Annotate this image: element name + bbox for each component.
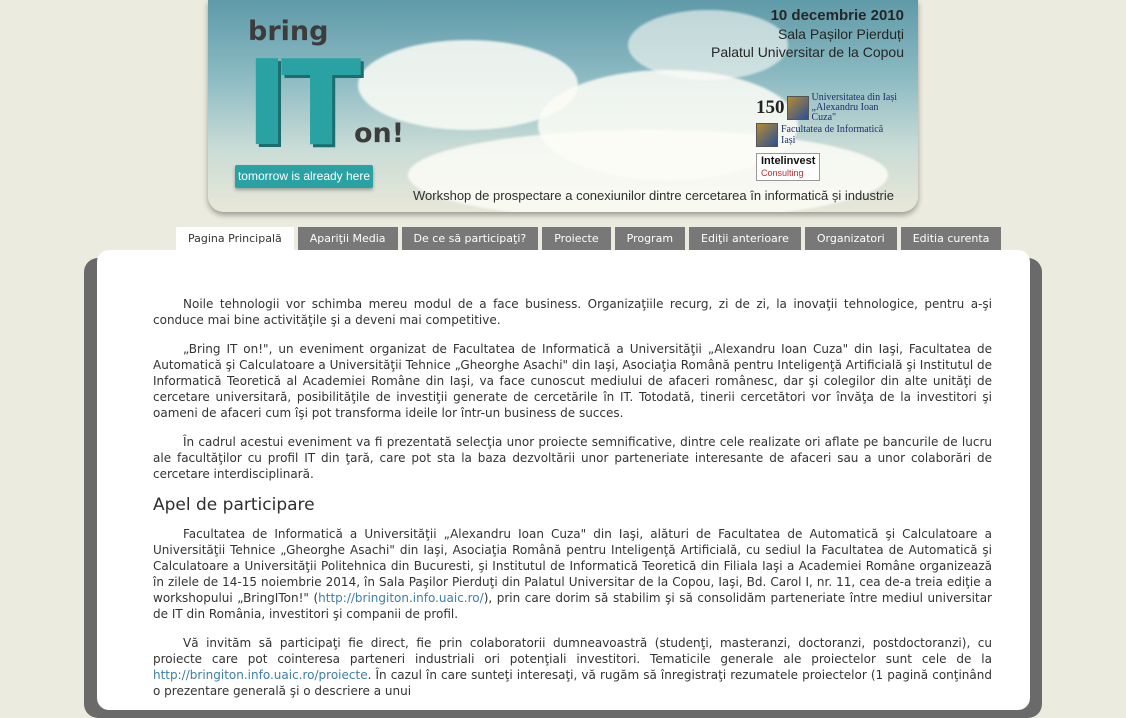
call-paragraph: Facultatea de Informatică a Universităţi… [153,526,992,622]
invite-paragraph: Vă invităm să participaţi fie direct, fi… [153,635,992,699]
tab-aparitii-media[interactable]: Apariţii Media [297,227,398,250]
header-banner: bring IT on! tomorrow is already here 10… [208,0,918,212]
tab-editii-anterioare[interactable]: Ediţii anterioare [689,227,801,250]
logo-on-text: on! [354,118,405,149]
tab-pagina-principala[interactable]: Pagina Principală [176,227,294,251]
partner-uaic-logo: 150 Universitatea din Iași „Alexandru Io… [756,93,904,123]
intro-paragraph: Noile tehnologii vor schimba mereu modul… [153,297,992,327]
intelinvest-sub: Consulting [761,168,804,178]
event-room: Sala Pașilor Pierduți [777,26,904,42]
invite-text-start: Vă invităm să participaţi fie direct, fi… [153,636,992,666]
event-paragraph: „Bring IT on!", un eveniment organizat d… [153,342,992,420]
uaic-name: Universitatea din Iași „Alexandru Ioan C… [811,92,898,123]
tab-organizatori[interactable]: Organizatori [804,227,897,250]
workshop-subtitle: Workshop de prospectare a conexiunilor d… [413,188,894,203]
logo-it-text: IT [245,34,361,172]
projects-paragraph: În cadrul acestui eveniment va fi prezen… [153,435,992,481]
intelinvest-name: Intelinvest [761,155,816,167]
event-place: Palatul Universitar de la Copou [711,44,904,60]
projects-link[interactable]: http://bringiton.info.uaic.ro/proiecte [153,668,368,682]
event-date: 10 decembrie 2010 [770,7,904,24]
tab-de-ce-sa-participati[interactable]: De ce să participaţi? [401,227,539,250]
tab-proiecte[interactable]: Proiecte [542,227,611,250]
section-heading: Apel de participare [153,495,315,515]
partner-fii-logo: Facultatea de Informatică Iași [756,123,886,147]
website-link[interactable]: http://bringiton.info.uaic.ro/ [318,591,484,605]
main-nav: Pagina Principală Apariţii Media De ce s… [176,227,1002,251]
main-content: Noile tehnologii vor schimba mereu modul… [153,296,992,712]
uaic-anniversary-number: 150 [756,97,785,118]
tab-program[interactable]: Program [614,227,686,250]
fii-emblem-icon [756,123,778,147]
tagline-badge: tomorrow is already here [235,165,373,188]
uaic-emblem-icon [786,96,809,120]
partner-intelinvest-logo: Intelinvest Consulting [756,153,821,181]
fii-name: Facultatea de Informatică Iași [781,124,884,146]
tab-editia-curenta[interactable]: Editia curenta [900,227,1002,250]
